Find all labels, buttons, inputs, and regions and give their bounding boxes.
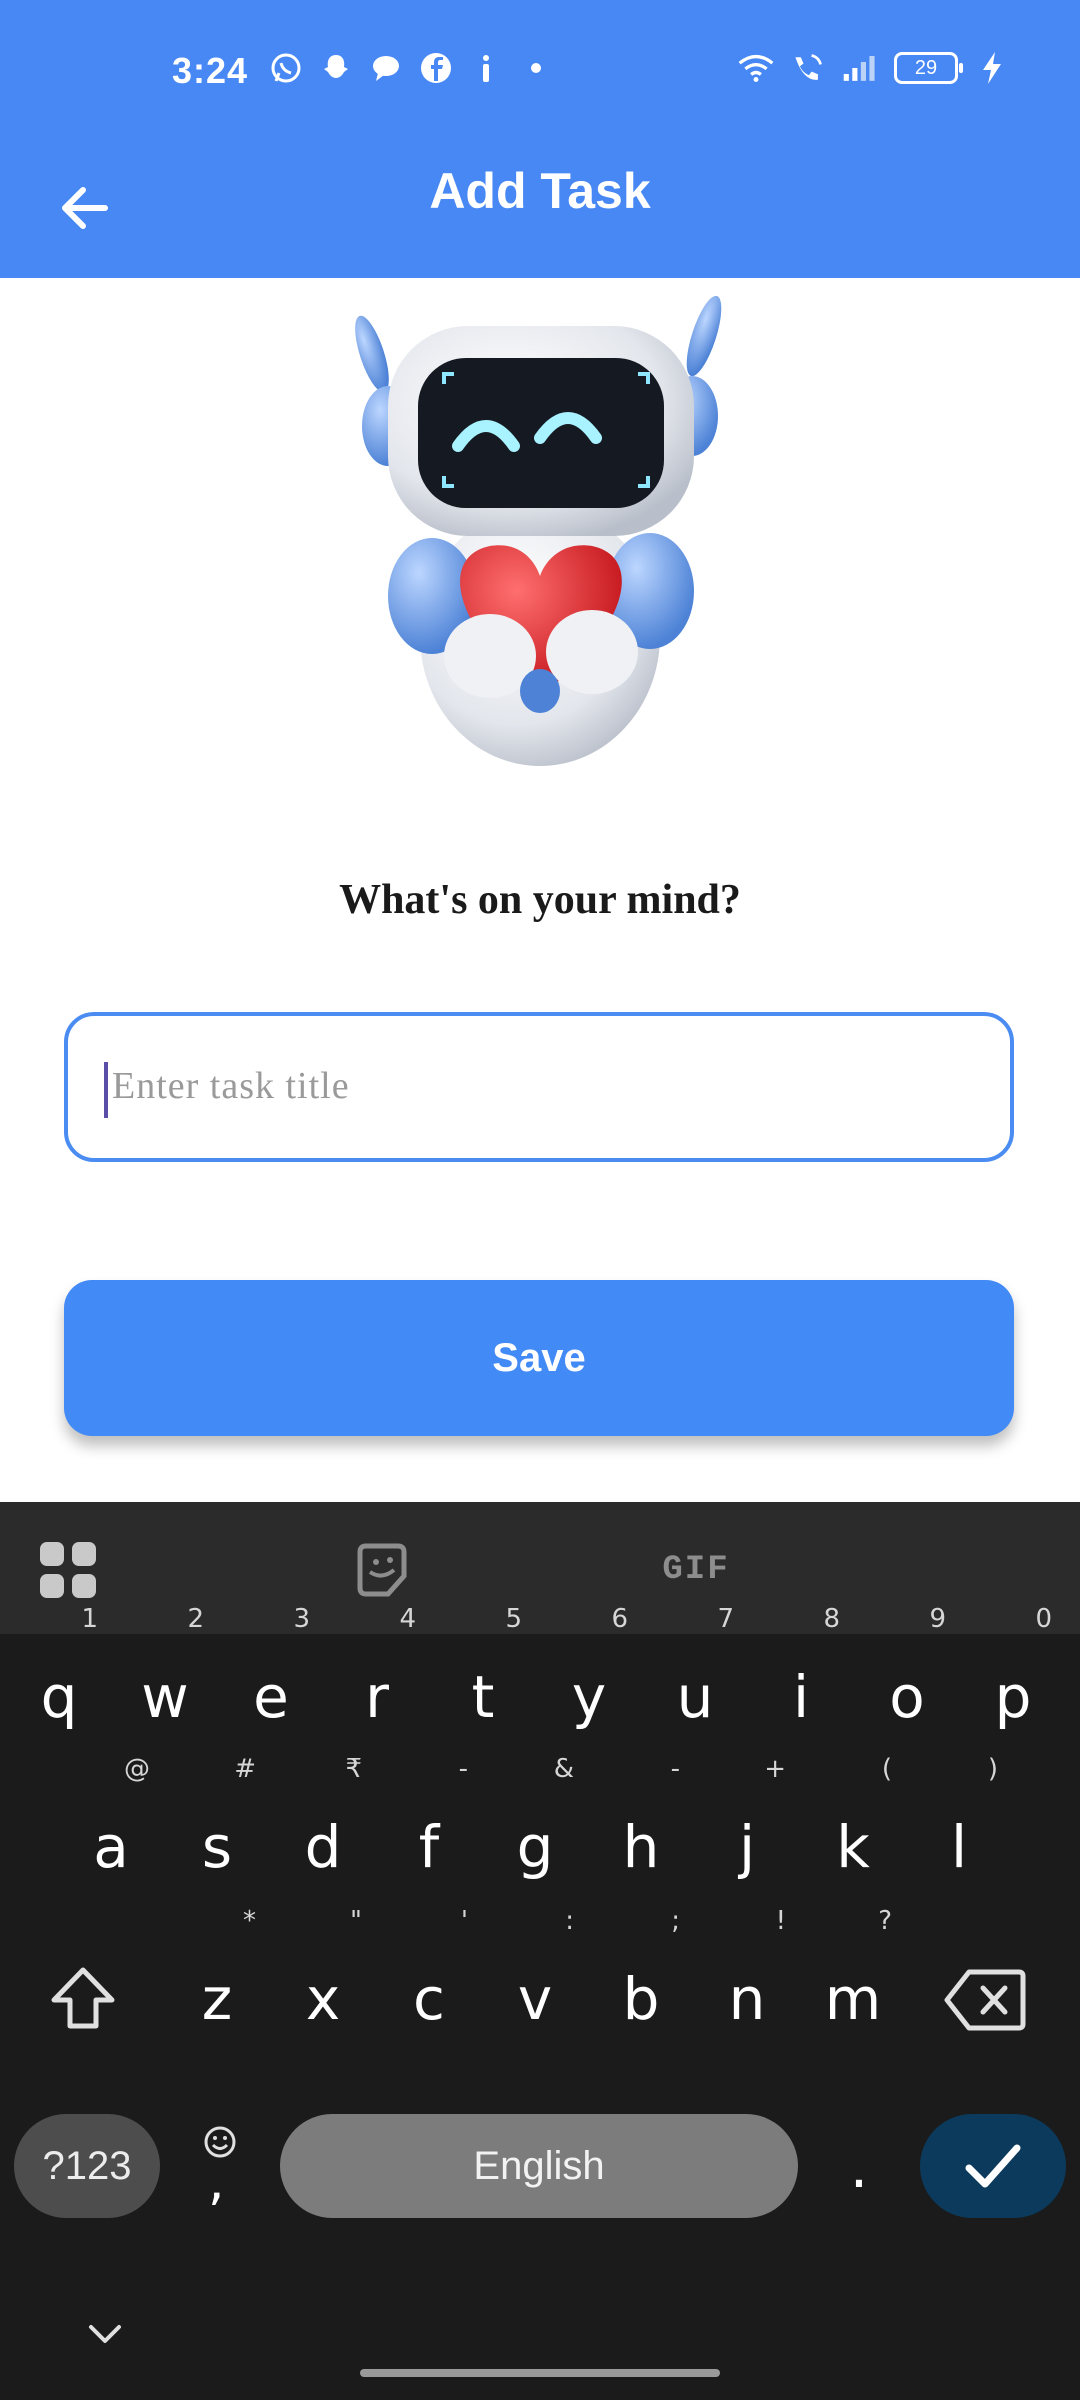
key-m[interactable]: m? bbox=[808, 1908, 898, 2054]
key-k[interactable]: k( bbox=[808, 1756, 898, 1902]
enter-key[interactable] bbox=[920, 2114, 1066, 2218]
key-n[interactable]: n! bbox=[702, 1908, 792, 2054]
signal-icon bbox=[842, 50, 878, 86]
key-w[interactable]: w2 bbox=[120, 1606, 210, 1752]
backspace-icon bbox=[944, 1969, 1026, 2031]
period-label: . bbox=[849, 2133, 869, 2201]
gesture-nav-handle[interactable] bbox=[360, 2369, 720, 2377]
key-z[interactable]: z * bbox=[172, 1908, 262, 2054]
status-bar: 3:24 29 bbox=[0, 0, 1080, 140]
wifi-icon bbox=[738, 50, 774, 86]
chevron-down-icon bbox=[89, 2325, 121, 2343]
notification-icons bbox=[268, 50, 554, 86]
key-l[interactable]: l) bbox=[914, 1756, 1004, 1902]
key-v[interactable]: v: bbox=[490, 1908, 580, 2054]
sticker-icon[interactable] bbox=[350, 1538, 414, 1602]
backspace-key[interactable] bbox=[940, 1944, 1030, 2054]
gif-icon[interactable]: GIF bbox=[660, 1538, 732, 1602]
key-d[interactable]: d ₹ bbox=[278, 1756, 368, 1902]
task-title-placeholder: Enter task title bbox=[112, 1065, 350, 1107]
prompt-heading: What's on your mind? bbox=[339, 877, 741, 923]
app-bar: Add Task bbox=[0, 140, 1080, 278]
symbols-key[interactable]: ?123 bbox=[14, 2114, 160, 2218]
top-bar: 3:24 29 Add Task bbox=[0, 0, 1080, 278]
save-button[interactable]: Save bbox=[64, 1280, 1014, 1436]
key-i[interactable]: i8 bbox=[756, 1606, 846, 1752]
info-icon bbox=[468, 50, 504, 86]
emoji-comma-key[interactable]: , bbox=[176, 2118, 266, 2222]
key-g[interactable]: g & bbox=[490, 1756, 580, 1902]
symbols-key-label: ?123 bbox=[42, 2143, 132, 2188]
robot-illustration bbox=[340, 295, 740, 776]
dot-icon bbox=[518, 50, 554, 86]
gif-label: GIF bbox=[662, 1551, 730, 1589]
chat-bubble-icon bbox=[368, 50, 404, 86]
apps-grid-icon[interactable] bbox=[36, 1538, 100, 1602]
key-t[interactable]: t5 bbox=[438, 1606, 528, 1752]
key-s[interactable]: s # bbox=[172, 1756, 262, 1902]
task-title-input[interactable]: Enter task title bbox=[64, 1012, 1014, 1162]
soft-keyboard: q1 w2 e3 r4 t5 y6 u7 i8 o9 p0 a @ s # d ₹ f… bbox=[0, 1606, 1080, 2400]
key-h[interactable]: h- bbox=[596, 1756, 686, 1902]
key-b[interactable]: b; bbox=[596, 1908, 686, 2054]
key-r[interactable]: r4 bbox=[332, 1606, 422, 1752]
status-time: 3:24 bbox=[172, 50, 249, 91]
whatsapp-icon bbox=[268, 50, 304, 86]
key-f[interactable]: f- bbox=[384, 1756, 474, 1902]
space-key-label: English bbox=[473, 2143, 605, 2188]
snapchat-icon bbox=[318, 50, 354, 86]
key-o[interactable]: o9 bbox=[862, 1606, 952, 1752]
checkmark-icon bbox=[965, 2144, 1021, 2188]
collapse-keyboard-button[interactable] bbox=[80, 2310, 130, 2360]
key-a[interactable]: a @ bbox=[66, 1756, 156, 1902]
space-key[interactable]: English bbox=[280, 2114, 798, 2218]
comma-label: , bbox=[208, 2152, 225, 2212]
text-cursor bbox=[104, 1062, 108, 1118]
key-c[interactable]: c ' bbox=[384, 1908, 474, 2054]
facebook-icon bbox=[418, 50, 454, 86]
key-u[interactable]: u7 bbox=[650, 1606, 740, 1752]
period-key[interactable]: . bbox=[814, 2112, 904, 2216]
save-button-label: Save bbox=[492, 1335, 586, 1380]
key-j[interactable]: j + bbox=[702, 1756, 792, 1902]
wifi-call-icon bbox=[790, 50, 826, 86]
battery-indicator: 29 bbox=[894, 52, 963, 84]
key-q[interactable]: q1 bbox=[14, 1606, 104, 1752]
key-e[interactable]: e3 bbox=[226, 1606, 316, 1752]
key-y[interactable]: y6 bbox=[544, 1606, 634, 1752]
key-p[interactable]: p0 bbox=[968, 1606, 1058, 1752]
charging-icon bbox=[974, 50, 1010, 86]
shift-icon bbox=[51, 1967, 115, 2029]
key-x[interactable]: x " bbox=[278, 1908, 368, 2054]
page-title: Add Task bbox=[429, 163, 651, 219]
keyboard-toolbar: GIF bbox=[0, 1502, 1080, 1634]
system-status: 29 bbox=[738, 50, 1010, 86]
shift-key[interactable] bbox=[38, 1944, 128, 2054]
